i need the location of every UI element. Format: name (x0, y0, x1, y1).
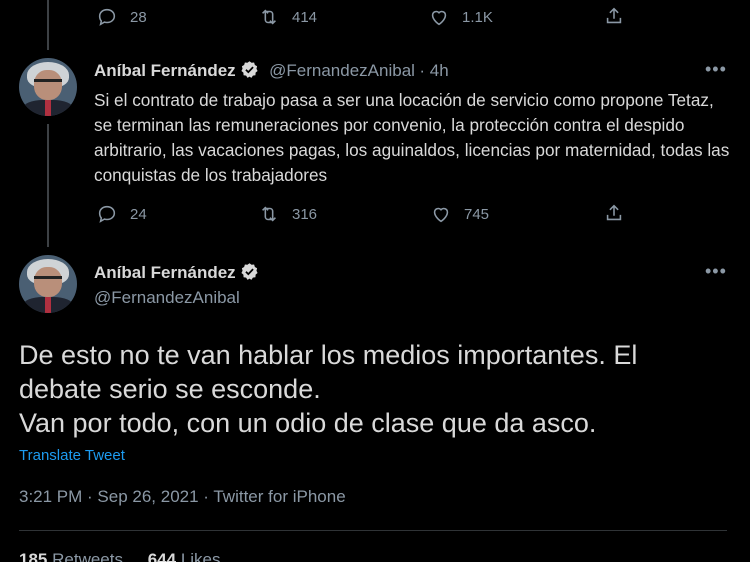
retweet-count: 316 (292, 205, 318, 223)
tweet-timestamp-source[interactable]: 3:21 PM · Sep 26, 2021 · Twitter for iPh… (19, 487, 346, 507)
share-icon (606, 7, 622, 24)
reply-tweet-header: Aníbal Fernández @FernandezAnibal · 4h (94, 60, 449, 81)
heart-icon (433, 207, 449, 223)
likes-stat[interactable]: 644 Likes (148, 550, 221, 562)
thread-line-top (47, 0, 49, 50)
prev-retweet-count: 414 (292, 8, 318, 26)
author-name[interactable]: Aníbal Fernández (94, 61, 236, 80)
prev-like-button[interactable]: 1.1K (428, 6, 493, 28)
prev-like-count: 1.1K (462, 8, 493, 26)
like-count: 745 (464, 205, 490, 223)
avatar[interactable] (19, 255, 77, 313)
main-tweet-text-line: De esto no te van hablar los medios impo… (19, 340, 638, 370)
likes-label: Likes (180, 550, 221, 562)
main-tweet-text-line: debate serio se esconde. (19, 374, 321, 404)
prev-share-button[interactable] (603, 5, 625, 27)
retweets-count: 185 (19, 550, 48, 562)
main-tweet-text: De esto no te van hablar los medios impo… (19, 338, 734, 440)
reply-button[interactable]: 24 (96, 203, 147, 225)
thread-line-middle (47, 124, 49, 247)
avatar[interactable] (19, 58, 77, 116)
retweets-stat[interactable]: 185 Retweets (19, 550, 123, 562)
reply-icon (98, 205, 116, 223)
retweet-button[interactable]: 316 (258, 203, 317, 225)
heart-icon (431, 10, 447, 26)
twitter-thread-view: 28 414 1.1K Aníbal Fernández @FernandezA… (0, 0, 750, 562)
retweet-icon (262, 9, 276, 25)
author-name[interactable]: Aníbal Fernández (94, 263, 236, 282)
more-options-icon[interactable]: ••• (705, 261, 727, 282)
share-icon (606, 204, 622, 221)
reply-icon (98, 8, 116, 26)
reply-tweet-text: Si el contrato de trabajo pasa a ser una… (94, 90, 730, 185)
author-handle[interactable]: @FernandezAnibal (269, 61, 415, 80)
likes-count: 644 (147, 550, 177, 562)
author-handle[interactable]: @FernandezAnibal (94, 288, 240, 308)
prev-reply-count: 28 (130, 8, 147, 26)
tweet-stats: 185 Retweets 644 Likes (19, 550, 221, 562)
translate-tweet-link[interactable]: Translate Tweet (19, 447, 125, 464)
share-button[interactable] (603, 202, 625, 224)
divider (19, 530, 727, 531)
tweet-time[interactable]: · 4h (419, 61, 448, 80)
prev-retweet-button[interactable]: 414 (258, 6, 317, 28)
verified-badge-icon (241, 61, 258, 78)
main-tweet-author: Aníbal Fernández (94, 262, 259, 283)
more-options-icon[interactable]: ••• (705, 59, 727, 80)
reply-count: 24 (130, 205, 147, 223)
retweet-icon (262, 206, 276, 222)
main-tweet-text-line: Van por todo, con un odio de clase que d… (19, 408, 597, 438)
verified-badge-icon (241, 263, 258, 280)
retweets-label: Retweets (52, 550, 123, 562)
prev-reply-button[interactable]: 28 (96, 6, 147, 28)
like-button[interactable]: 745 (430, 203, 489, 225)
